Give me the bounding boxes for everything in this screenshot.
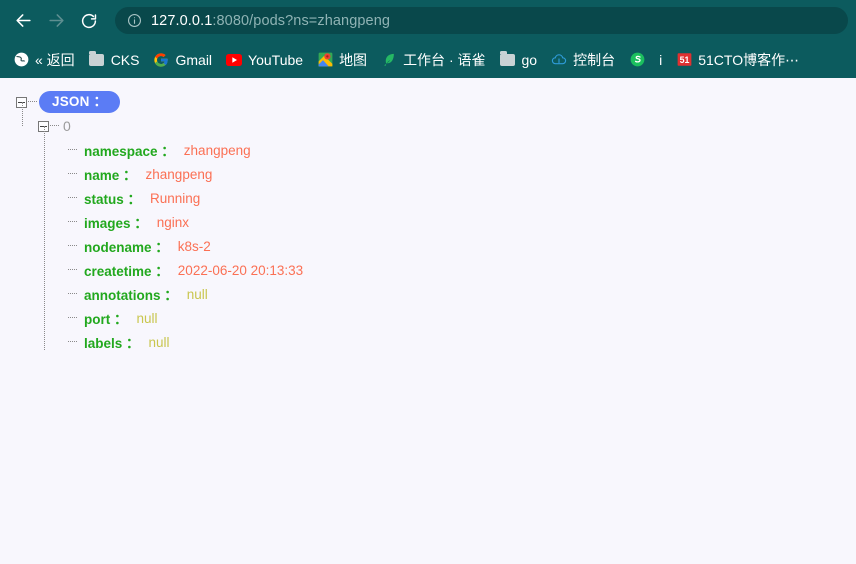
tree-connector (68, 245, 77, 247)
tree-connector (68, 293, 77, 295)
yuque-leaf-icon (381, 52, 397, 68)
browser-chrome: 127.0.0.1:8080/pods?ns=zhangpeng « 返回 CK… (0, 0, 856, 78)
json-field-key: namespace ： (84, 144, 175, 159)
globe-icon (13, 52, 29, 68)
arrow-left-icon (15, 14, 31, 27)
bookmark-label: 51CTO博客作⋯ (698, 51, 800, 68)
page-content: JSON ： 0 namespace ： zhangpeng name ： zh… (0, 78, 856, 564)
google-maps-icon (317, 52, 333, 68)
bookmark-51cto[interactable]: 51 51CTO博客作⋯ (669, 47, 806, 73)
bookmark-cks[interactable]: CKS (82, 47, 147, 73)
json-field-row: port ： null (0, 306, 856, 330)
json-field-row: createtime ： 2022-06-20 20:13:33 (0, 258, 856, 282)
json-field-key: images ： (84, 216, 148, 231)
json-root-row: JSON ： (0, 90, 856, 114)
json-fields: namespace ： zhangpeng name ： zhangpeng s… (0, 126, 856, 354)
bookmark-green-s[interactable] (622, 47, 652, 73)
browser-toolbar: 127.0.0.1:8080/pods?ns=zhangpeng (0, 0, 856, 41)
tree-connector (68, 317, 77, 319)
arrow-right-icon (48, 14, 64, 27)
google-g-icon (153, 52, 169, 68)
json-field-row: images ： nginx (0, 210, 856, 234)
bookmark-i[interactable]: i (652, 47, 669, 73)
json-field-value: null (186, 286, 208, 302)
json-field-key: name ： (84, 168, 137, 183)
forward-button[interactable] (41, 6, 71, 36)
green-s-icon (629, 52, 645, 68)
bookmark-gmail[interactable]: Gmail (146, 47, 219, 73)
tree-connector (68, 341, 77, 343)
tree-connector (68, 197, 77, 199)
back-button[interactable] (8, 6, 38, 36)
json-field-row: name ： zhangpeng (0, 162, 856, 186)
bookmark-go[interactable]: go (493, 47, 545, 73)
svg-text:51: 51 (679, 55, 689, 65)
youtube-icon (226, 52, 243, 68)
json-field-key: status ： (84, 192, 142, 207)
folder-icon (89, 50, 105, 68)
json-field-key: annotations ： (84, 288, 178, 303)
json-index-label: 0 (63, 118, 71, 134)
url-text: 127.0.0.1:8080/pods?ns=zhangpeng (151, 13, 390, 29)
bookmark-label: Gmail (175, 51, 213, 68)
bookmark-youtube[interactable]: YouTube (219, 47, 310, 73)
bookmark-fanhui[interactable]: « 返回 (6, 47, 82, 73)
json-field-value: zhangpeng (183, 142, 251, 158)
json-field-row: nodename ： k8s-2 (0, 234, 856, 258)
json-index-row: 0 (0, 102, 856, 138)
json-field-key: createtime ： (84, 264, 169, 279)
tree-connector (28, 101, 37, 103)
json-field-value: k8s-2 (177, 238, 211, 254)
bookmark-kongzhitai[interactable]: 控制台 (544, 47, 622, 73)
json-field-row: status ： Running (0, 186, 856, 210)
json-field-row: annotations ： null (0, 282, 856, 306)
json-field-value: nginx (156, 214, 190, 230)
json-root-label[interactable]: JSON ： (39, 90, 121, 114)
url-host: 127.0.0.1 (151, 12, 213, 29)
json-field-row: namespace ： zhangpeng (0, 138, 856, 162)
json-field-value: zhangpeng (145, 166, 213, 182)
aliyun-cloud-icon (551, 52, 567, 68)
bookmarks-bar: « 返回 CKS Gmail YouTube 地图 工作台 · 语雀 go 控制… (0, 41, 856, 78)
tree-connector (68, 269, 77, 271)
url-path: :8080/pods?ns=zhangpeng (212, 12, 391, 29)
bookmark-label: CKS (110, 51, 140, 68)
51cto-icon: 51 (676, 52, 692, 68)
bookmark-label: « 返回 (35, 51, 75, 68)
bookmark-label: 控制台 (573, 51, 616, 68)
tree-guide-line (22, 102, 23, 126)
address-bar[interactable]: 127.0.0.1:8080/pods?ns=zhangpeng (115, 7, 848, 34)
json-field-value: 2022-06-20 20:13:33 (177, 262, 304, 278)
tree-connector (68, 221, 77, 223)
tree-connector (50, 125, 59, 127)
bookmark-yuque[interactable]: 工作台 · 语雀 (374, 47, 492, 73)
bookmark-label: go (521, 51, 538, 68)
folder-icon (500, 50, 516, 68)
json-field-value: Running (150, 190, 201, 206)
info-circle-icon[interactable] (127, 13, 142, 28)
reload-button[interactable] (74, 6, 104, 36)
json-field-value: null (136, 310, 158, 326)
json-field-key: labels ： (84, 336, 140, 351)
tree-connector (68, 173, 77, 175)
json-field-key: nodename ： (84, 240, 169, 255)
json-field-value: null (148, 334, 170, 350)
bookmark-label: YouTube (248, 51, 304, 68)
bookmark-ditu[interactable]: 地图 (310, 47, 374, 73)
bookmark-label: 地图 (339, 51, 368, 68)
json-field-row: labels ： null (0, 330, 856, 354)
json-field-key: port ： (84, 312, 128, 327)
tree-connector (68, 149, 77, 151)
json-tree: JSON ： 0 namespace ： zhangpeng name ： zh… (0, 78, 856, 354)
bookmark-label: i (659, 51, 663, 68)
reload-icon (81, 13, 97, 28)
bookmark-label: 工作台 · 语雀 (403, 51, 486, 68)
